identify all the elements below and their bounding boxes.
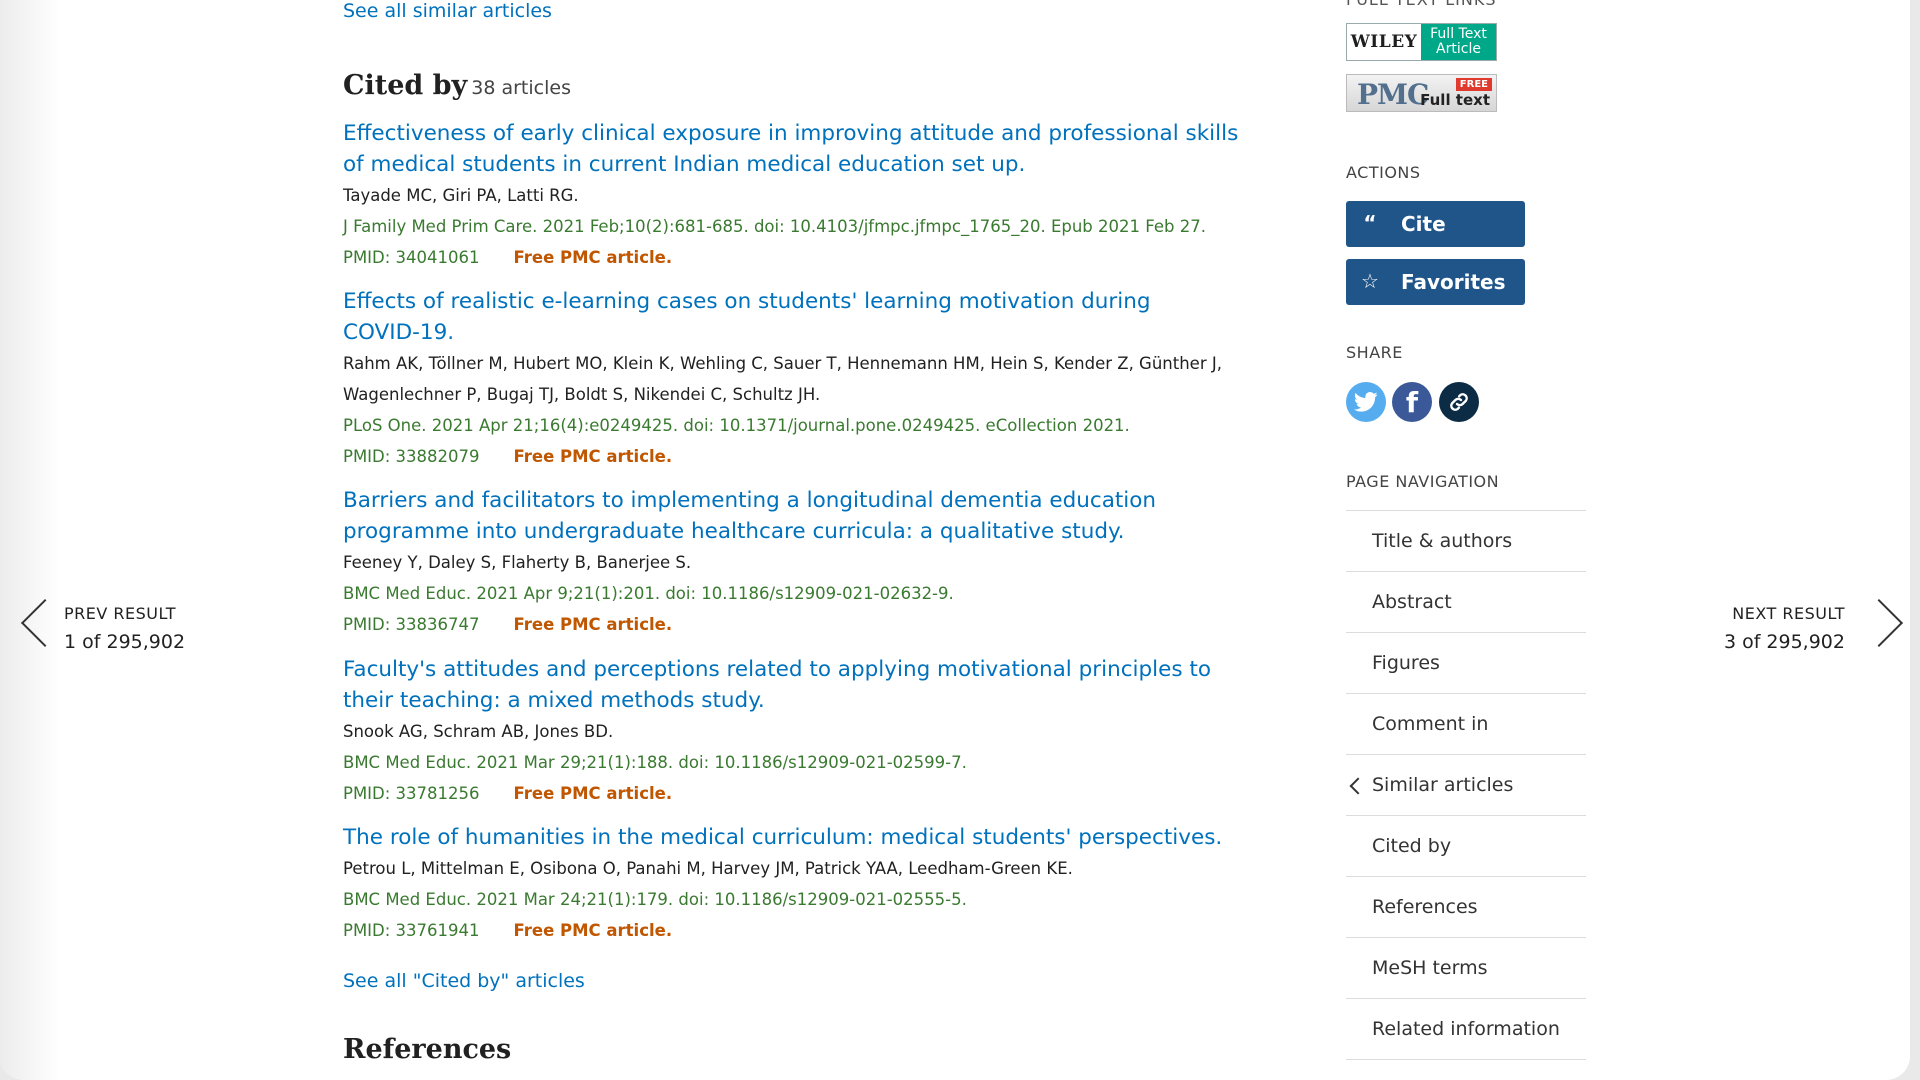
article-pmid: PMID: 33761941 — [343, 921, 480, 940]
cited-article: The role of humanities in the medical cu… — [343, 822, 1263, 946]
article-authors: Rahm AK, Töllner M, Hubert MO, Klein K, … — [343, 354, 1222, 404]
free-pmc-badge: Free PMC article. — [513, 921, 673, 940]
article-pmid: PMID: 33882079 — [343, 447, 480, 466]
references-heading: References — [343, 1034, 512, 1065]
article-citation: J Family Med Prim Care. 2021 Feb;10(2):6… — [343, 217, 1206, 236]
article-pmid: PMID: 34041061 — [343, 248, 480, 267]
chevron-left-icon — [1349, 777, 1367, 795]
article-title-link[interactable]: Effectiveness of early clinical exposure… — [343, 118, 1263, 180]
article-pmid: PMID: 33836747 — [343, 615, 480, 634]
pmc-logo: PMC — [1357, 78, 1429, 111]
cited-article: Faculty's attitudes and perceptions rela… — [343, 654, 1263, 809]
article-authors: Tayade MC, Giri PA, Latti RG. — [343, 186, 579, 205]
cited-article: Effects of realistic e-learning cases on… — [343, 286, 1263, 472]
page-navigation-list: Title & authors Abstract Figures Comment… — [1346, 510, 1586, 1060]
article-citation: PLoS One. 2021 Apr 21;16(4):e0249425. do… — [343, 416, 1130, 435]
wiley-line-2: Article — [1436, 41, 1481, 57]
free-pmc-badge: Free PMC article. — [513, 248, 673, 267]
page-nav-cited-by[interactable]: Cited by — [1346, 816, 1586, 877]
full-text-links-heading: FULL TEXT LINKS — [1346, 0, 1497, 9]
article-title-link[interactable]: The role of humanities in the medical cu… — [343, 822, 1263, 853]
page-navigation-heading: PAGE NAVIGATION — [1346, 472, 1500, 491]
cited-by-title: Cited by — [343, 70, 468, 101]
next-result-button[interactable]: NEXT RESULT 3 of 295,902 — [1724, 596, 1910, 658]
cite-button-label: Cite — [1401, 212, 1446, 236]
page-nav-mesh-terms[interactable]: MeSH terms — [1346, 938, 1586, 999]
article-authors: Snook AG, Schram AB, Jones BD. — [343, 722, 614, 741]
article-pmid-row: PMID: 33761941 Free PMC article. — [343, 915, 1263, 946]
pmc-full-text-label: Full text — [1420, 91, 1490, 109]
chevron-right-icon — [1854, 598, 1904, 648]
star-outline-icon: ☆ — [1361, 269, 1379, 293]
favorites-button-label: Favorites — [1401, 270, 1506, 294]
page-nav-title-authors[interactable]: Title & authors — [1346, 511, 1586, 572]
page-nav-comment-in[interactable]: Comment in — [1346, 694, 1586, 755]
article-citation: BMC Med Educ. 2021 Apr 9;21(1):201. doi:… — [343, 584, 954, 603]
quote-icon: “ — [1363, 211, 1377, 235]
page-nav-similar-articles[interactable]: Similar articles — [1346, 755, 1586, 816]
twitter-icon[interactable] — [1346, 382, 1386, 422]
article-pmid: PMID: 33781256 — [343, 784, 480, 803]
left-edge-shadow — [0, 0, 60, 1080]
article-pmid-row: PMID: 33781256 Free PMC article. — [343, 778, 1263, 809]
cite-button[interactable]: “ Cite — [1346, 201, 1525, 247]
article-title-link[interactable]: Faculty's attitudes and perceptions rela… — [343, 654, 1263, 716]
pmc-full-text-link[interactable]: PMC FREE Full text — [1346, 74, 1497, 112]
article-title-link[interactable]: Barriers and facilitators to implementin… — [343, 485, 1163, 547]
prev-result-label: PREV RESULT — [64, 604, 176, 623]
article-title-link[interactable]: Effects of realistic e-learning cases on… — [343, 286, 1163, 348]
article-citation: BMC Med Educ. 2021 Mar 29;21(1):188. doi… — [343, 753, 967, 772]
twitter-bird-glyph — [1354, 392, 1378, 412]
page-nav-references[interactable]: References — [1346, 877, 1586, 938]
chain-link-glyph — [1450, 393, 1468, 411]
see-all-similar-articles-link[interactable]: See all similar articles — [343, 0, 552, 22]
free-pmc-badge: Free PMC article. — [513, 615, 673, 634]
chevron-left-icon — [20, 598, 70, 648]
article-pmid-row: PMID: 33882079 Free PMC article. — [343, 441, 1263, 472]
article-pmid-row: PMID: 34041061 Free PMC article. — [343, 242, 1263, 273]
cited-article: Barriers and facilitators to implementin… — [343, 485, 1263, 640]
cited-by-heading: Cited by 38 articles — [343, 70, 571, 101]
wiley-full-text-label: Full Text Article — [1421, 24, 1496, 60]
wiley-logo: WILEY — [1347, 24, 1421, 60]
next-result-label: NEXT RESULT — [1732, 604, 1845, 623]
cited-article: Effectiveness of early clinical exposure… — [343, 118, 1263, 273]
article-authors: Feeney Y, Daley S, Flaherty B, Banerjee … — [343, 553, 692, 572]
prev-result-button[interactable]: PREV RESULT 1 of 295,902 — [14, 596, 214, 658]
free-pmc-badge: Free PMC article. — [513, 784, 673, 803]
article-pmid-row: PMID: 33836747 Free PMC article. — [343, 609, 1263, 640]
share-heading: SHARE — [1346, 343, 1403, 362]
page-nav-figures[interactable]: Figures — [1346, 633, 1586, 694]
free-pmc-badge: Free PMC article. — [513, 447, 673, 466]
next-result-count: 3 of 295,902 — [1723, 631, 1845, 653]
link-icon[interactable] — [1439, 382, 1479, 422]
wiley-line-1: Full Text — [1430, 26, 1487, 42]
wiley-full-text-link[interactable]: WILEY Full Text Article — [1346, 23, 1497, 61]
page: See all similar articles Cited by 38 arti… — [0, 0, 1910, 1080]
article-citation: BMC Med Educ. 2021 Mar 24;21(1):179. doi… — [343, 890, 967, 909]
see-all-cited-by-link[interactable]: See all "Cited by" articles — [343, 970, 585, 992]
facebook-icon[interactable]: f — [1392, 382, 1432, 422]
favorites-button[interactable]: ☆ Favorites — [1346, 259, 1525, 305]
page-nav-related-information[interactable]: Related information — [1346, 999, 1586, 1060]
prev-result-count: 1 of 295,902 — [64, 631, 186, 653]
page-nav-abstract[interactable]: Abstract — [1346, 572, 1586, 633]
cited-by-count: 38 articles — [471, 77, 571, 99]
article-authors: Petrou L, Mittelman E, Osibona O, Panahi… — [343, 859, 1073, 878]
page-nav-similar-articles-label: Similar articles — [1372, 774, 1514, 796]
actions-heading: ACTIONS — [1346, 163, 1421, 182]
pmc-free-tag: FREE — [1455, 78, 1492, 91]
